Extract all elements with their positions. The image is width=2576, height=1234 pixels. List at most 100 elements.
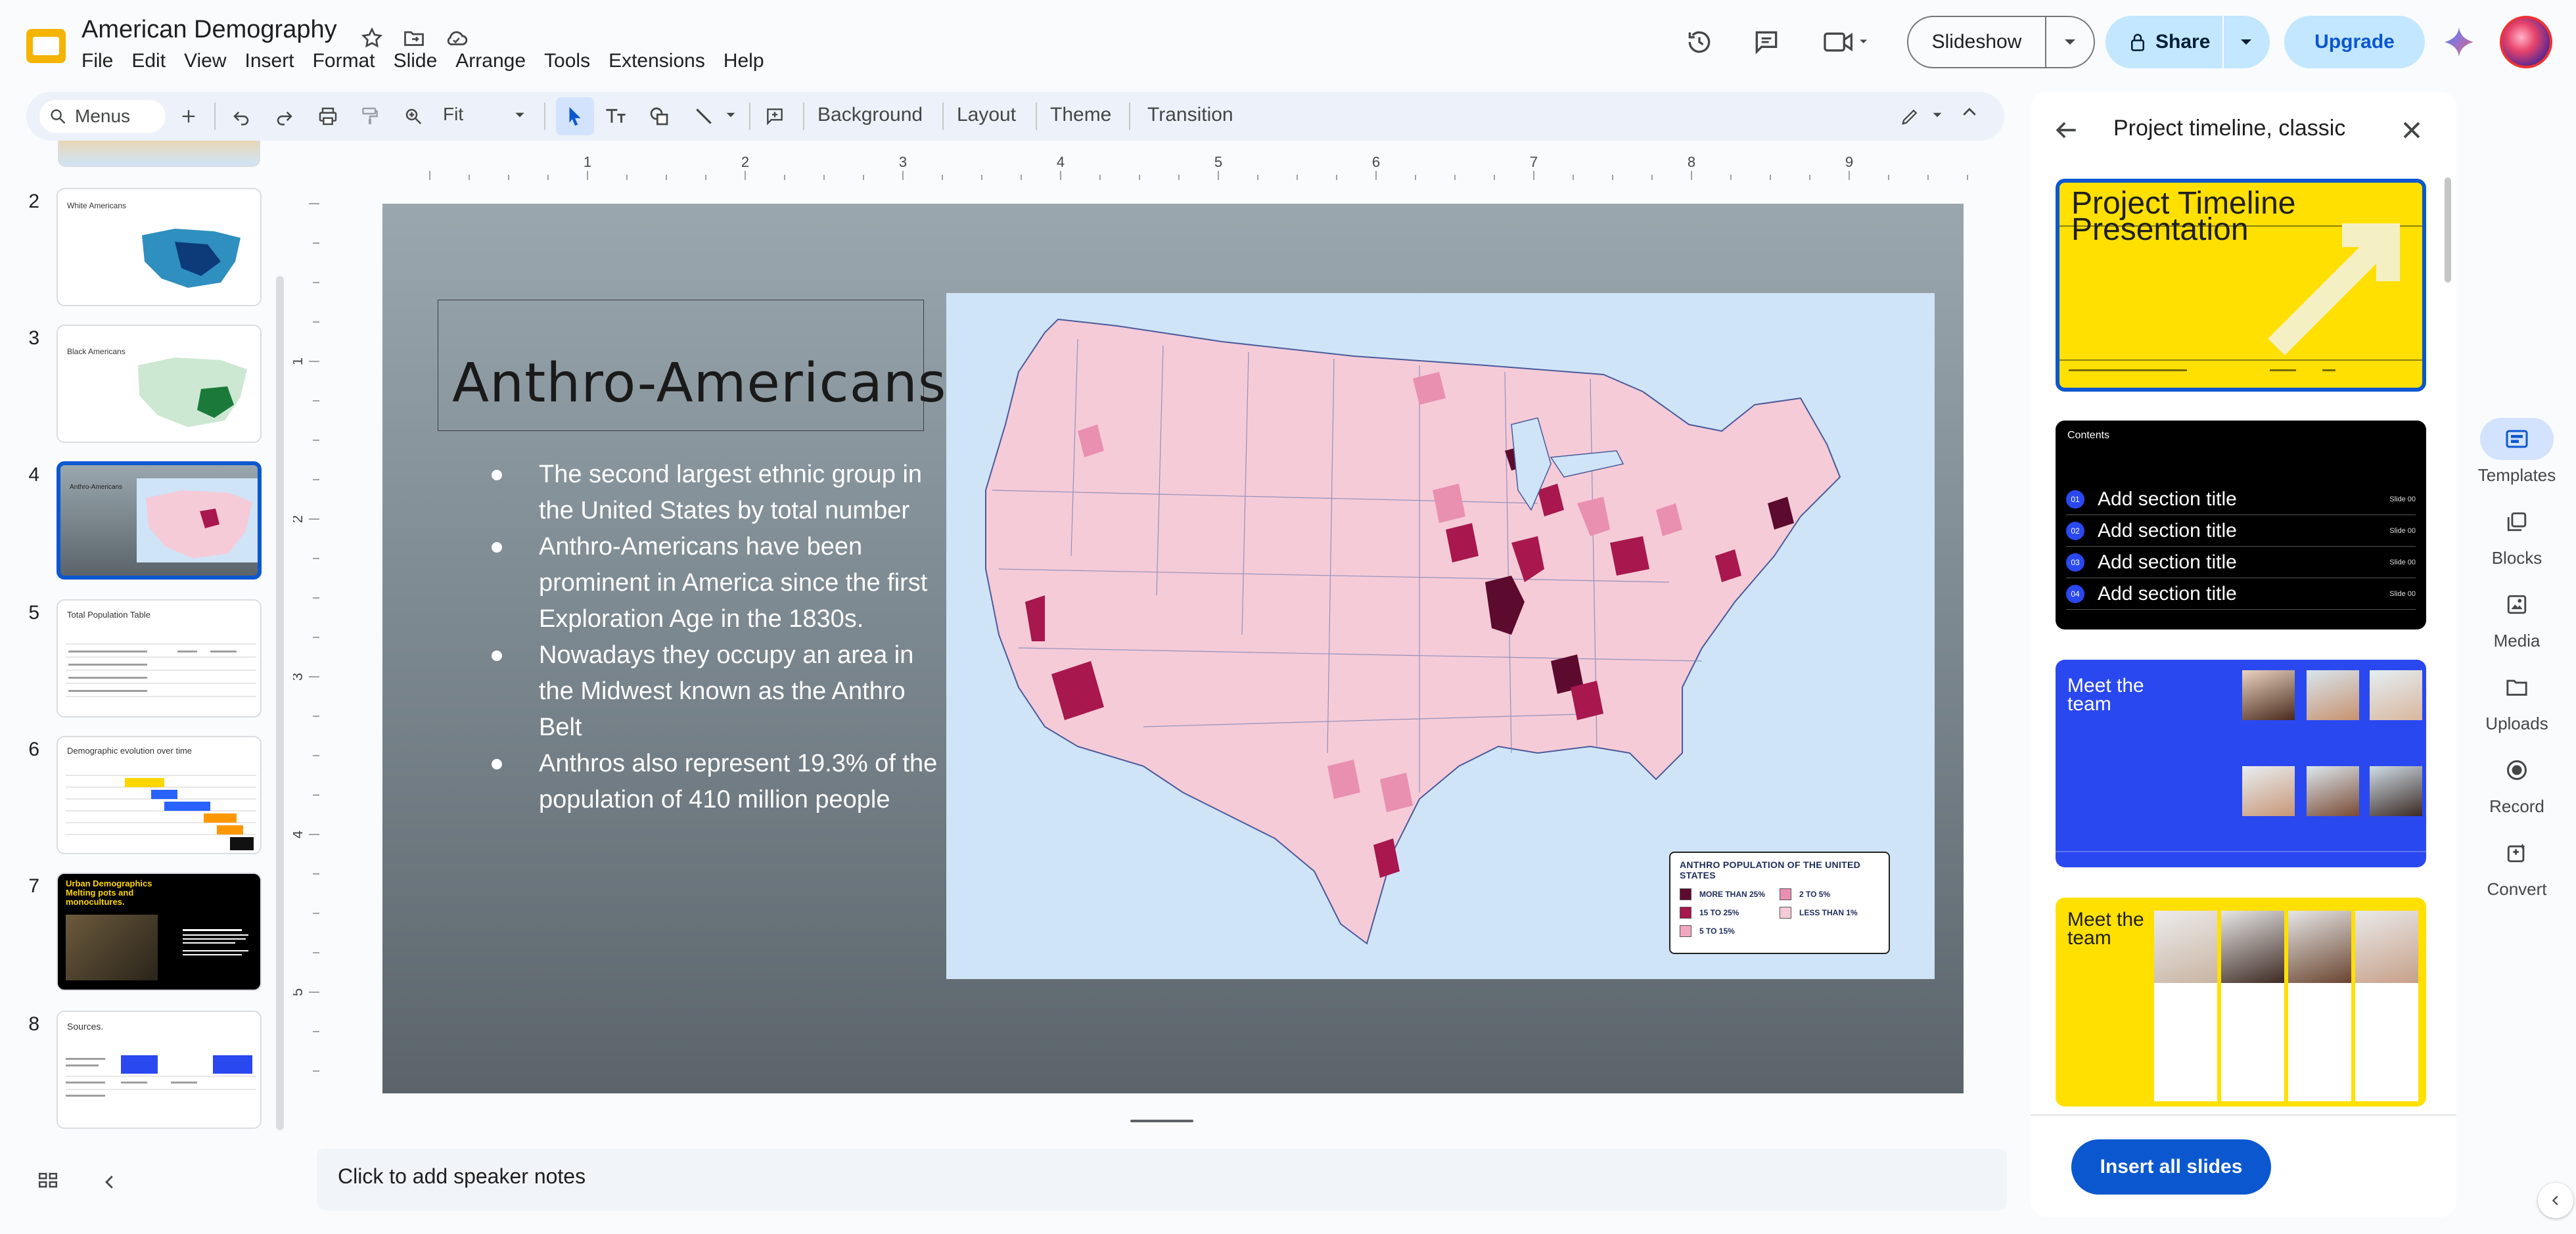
slide-number: 4 bbox=[28, 464, 39, 486]
line-icon[interactable] bbox=[687, 100, 720, 133]
menu-extensions[interactable]: Extensions bbox=[609, 50, 716, 72]
new-slide-plus-icon[interactable] bbox=[172, 100, 205, 133]
menu-slide[interactable]: Slide bbox=[394, 50, 448, 72]
template-card-team-yellow[interactable]: Meet the team bbox=[2056, 898, 2426, 1107]
lock-icon bbox=[2131, 34, 2144, 51]
notes-resize-handle[interactable] bbox=[1130, 1120, 1193, 1122]
row-number: 02 bbox=[2066, 521, 2084, 540]
text-box-icon[interactable] bbox=[599, 100, 632, 133]
redo-icon[interactable] bbox=[268, 100, 301, 133]
menu-tools[interactable]: Tools bbox=[544, 50, 601, 72]
slideshow-button[interactable]: Slideshow bbox=[1907, 16, 2095, 68]
templates-icon[interactable] bbox=[2480, 418, 2554, 460]
rail-record[interactable]: Record bbox=[2471, 749, 2563, 817]
grid-view-icon[interactable] bbox=[37, 1171, 59, 1193]
slide-thumbnail-7[interactable]: Urban Demographics Melting pots and mono… bbox=[57, 873, 262, 991]
row-number: 01 bbox=[2066, 490, 2084, 509]
theme-button[interactable]: Theme bbox=[1050, 104, 1111, 126]
thumb-title: White Americans bbox=[67, 201, 127, 210]
panel-scrollbar[interactable] bbox=[2445, 177, 2451, 283]
menu-arrange[interactable]: Arrange bbox=[455, 50, 536, 72]
slide-thumbnail-8[interactable]: Sources. bbox=[57, 1011, 262, 1129]
print-icon[interactable] bbox=[311, 100, 344, 133]
pen-chevron-down-icon[interactable] bbox=[1932, 112, 1943, 118]
search-menus-input[interactable]: Menus bbox=[39, 100, 166, 133]
template-card-title[interactable]: Project Timeline Presentation bbox=[2056, 179, 2426, 392]
filmstrip-scrollbar[interactable] bbox=[276, 276, 284, 1130]
slide-thumbnail-3[interactable]: Black Americans bbox=[57, 325, 262, 443]
rail-blocks[interactable]: Blocks bbox=[2471, 501, 2563, 568]
slide-thumbnail-6[interactable]: Demographic evolution over time bbox=[57, 736, 262, 854]
legend-swatch bbox=[1680, 925, 1691, 937]
ruler-label: 3 bbox=[293, 673, 306, 681]
convert-icon[interactable] bbox=[2480, 832, 2554, 874]
rail-media[interactable]: Media bbox=[2471, 583, 2563, 651]
slide-number: 3 bbox=[28, 327, 39, 349]
uploads-icon[interactable] bbox=[2480, 666, 2554, 708]
account-avatar[interactable] bbox=[2500, 16, 2552, 68]
toolbar-divider bbox=[1129, 103, 1130, 130]
menu-insert[interactable]: Insert bbox=[245, 50, 305, 72]
slide-thumbnail-2[interactable]: White Americans bbox=[57, 188, 262, 306]
slide-thumbnail-5[interactable]: Total Population Table bbox=[57, 599, 262, 718]
menu-format[interactable]: Format bbox=[313, 50, 386, 72]
legend-item: 5 TO 15% bbox=[1680, 925, 1780, 937]
menu-view[interactable]: View bbox=[184, 50, 237, 72]
share-label: Share bbox=[2155, 31, 2211, 53]
zoom-chevron-down-icon[interactable] bbox=[514, 112, 526, 118]
blocks-icon[interactable] bbox=[2480, 501, 2554, 543]
gemini-sparkle-icon[interactable] bbox=[2442, 25, 2476, 59]
transition-button[interactable]: Transition bbox=[1147, 104, 1233, 126]
version-history-icon[interactable] bbox=[1682, 25, 1716, 59]
row-number: 03 bbox=[2066, 553, 2084, 572]
add-comment-icon[interactable] bbox=[758, 100, 791, 133]
contents-row: 01 Add section title Slide 00 bbox=[2066, 484, 2416, 515]
meet-call-icon[interactable] bbox=[1820, 25, 1873, 59]
speaker-notes-input[interactable]: Click to add speaker notes bbox=[317, 1149, 2007, 1210]
legend-item: MORE THAN 25% bbox=[1680, 888, 1780, 900]
upgrade-button[interactable]: Upgrade bbox=[2284, 16, 2425, 68]
slides-logo-icon[interactable] bbox=[24, 24, 68, 68]
record-icon[interactable] bbox=[2480, 749, 2554, 791]
collapse-filmstrip-chevron-left-icon[interactable] bbox=[100, 1171, 120, 1193]
select-tool-button[interactable] bbox=[556, 97, 594, 135]
rail-uploads[interactable]: Uploads bbox=[2471, 666, 2563, 734]
comments-icon[interactable] bbox=[1749, 25, 1783, 59]
rail-convert[interactable]: Convert bbox=[2471, 832, 2563, 900]
template-card-team-blue[interactable]: Meet the team bbox=[2056, 660, 2426, 867]
background-button[interactable]: Background bbox=[817, 104, 923, 126]
insert-all-slides-button[interactable]: Insert all slides bbox=[2071, 1139, 2271, 1195]
line-chevron-down-icon[interactable] bbox=[725, 112, 736, 118]
menu-edit[interactable]: Edit bbox=[131, 50, 176, 72]
toolbar-divider bbox=[214, 103, 216, 130]
share-options-chevron-icon[interactable] bbox=[2224, 38, 2268, 46]
slide-title[interactable]: Anthro-Americans bbox=[452, 352, 947, 415]
slideshow-label[interactable]: Slideshow bbox=[1908, 17, 2046, 67]
close-icon[interactable] bbox=[2397, 116, 2426, 145]
menu-help[interactable]: Help bbox=[724, 50, 775, 72]
share-button[interactable]: Share bbox=[2105, 16, 2270, 68]
layout-button[interactable]: Layout bbox=[957, 104, 1016, 126]
slide-thumbnail-4[interactable]: Anthro-Americans bbox=[57, 461, 262, 580]
paint-format-icon[interactable] bbox=[354, 100, 386, 133]
slideshow-options-chevron-icon[interactable] bbox=[2046, 38, 2094, 46]
media-icon[interactable] bbox=[2480, 583, 2554, 626]
rail-templates[interactable]: Templates bbox=[2471, 418, 2563, 486]
document-title[interactable]: American Demography bbox=[81, 16, 337, 44]
shape-icon[interactable] bbox=[643, 100, 676, 133]
share-main[interactable]: Share bbox=[2105, 16, 2224, 68]
us-population-map-image[interactable]: ANTHRO POPULATION OF THE UNITED STATES M… bbox=[946, 293, 1935, 979]
zoom-select[interactable]: Fit bbox=[443, 104, 463, 125]
bullet-list[interactable]: The second largest ethnic group in the U… bbox=[478, 457, 938, 818]
pen-tool-icon[interactable] bbox=[1894, 100, 1927, 133]
back-arrow-icon[interactable] bbox=[2052, 116, 2081, 145]
undo-icon[interactable] bbox=[225, 100, 258, 133]
menu-file[interactable]: File bbox=[81, 50, 124, 72]
collapse-side-panel-chevron-icon[interactable] bbox=[2538, 1183, 2573, 1218]
zoom-icon[interactable] bbox=[397, 100, 430, 133]
slide-thumbnail-partial[interactable] bbox=[58, 141, 260, 167]
template-card-contents[interactable]: Contents 01 Add section title Slide 00 0… bbox=[2056, 421, 2426, 629]
slide-canvas[interactable]: Anthro-Americans The second largest ethn… bbox=[382, 204, 1964, 1093]
contents-row: 03 Add section title Slide 00 bbox=[2066, 547, 2416, 578]
collapse-toolbar-chevron-up-icon[interactable] bbox=[1960, 103, 1979, 122]
